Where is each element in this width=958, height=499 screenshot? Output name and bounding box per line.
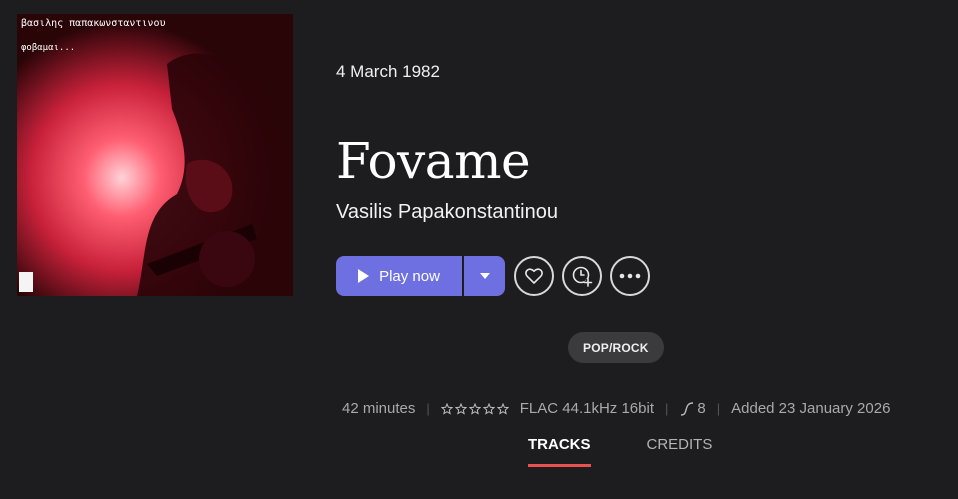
play-icon bbox=[358, 269, 370, 283]
genre-tag[interactable]: POP/ROCK bbox=[568, 332, 664, 363]
album-title: Fovame bbox=[336, 132, 531, 190]
divider: | bbox=[665, 401, 669, 416]
cover-title-text: φοβαμαι... bbox=[21, 43, 75, 53]
dynamic-range-value: 8 bbox=[697, 400, 706, 417]
dynamic-range-icon bbox=[681, 401, 694, 416]
more-dots-icon bbox=[619, 273, 641, 279]
play-now-button[interactable]: Play now bbox=[336, 256, 462, 296]
play-group: Play now bbox=[336, 256, 505, 296]
favorite-button[interactable] bbox=[514, 256, 554, 296]
action-bar: Play now bbox=[336, 256, 650, 296]
audio-format: FLAC 44.1kHz 16bit bbox=[519, 400, 654, 417]
star-icon[interactable] bbox=[496, 402, 509, 415]
divider: | bbox=[426, 401, 430, 416]
duration: 42 minutes bbox=[342, 400, 416, 417]
more-options-button[interactable] bbox=[610, 256, 650, 296]
chevron-down-icon bbox=[479, 273, 490, 279]
tab-credits[interactable]: CREDITS bbox=[647, 436, 713, 467]
release-date: 4 March 1982 bbox=[336, 62, 440, 81]
tab-tracks[interactable]: TRACKS bbox=[528, 436, 591, 467]
add-to-queue-button[interactable] bbox=[562, 256, 602, 296]
date-added: Added 23 January 2026 bbox=[731, 400, 891, 417]
dynamic-range: 8 bbox=[679, 400, 706, 417]
artist-link[interactable]: Vasilis Papakonstantinou bbox=[336, 201, 558, 224]
play-now-label: Play now bbox=[379, 267, 440, 285]
clock-plus-icon bbox=[572, 266, 593, 287]
star-icon[interactable] bbox=[454, 402, 467, 415]
album-cover-art: βασιλης παπακωνσταντινου φοβαμαι... bbox=[17, 14, 293, 296]
star-icon[interactable] bbox=[468, 402, 481, 415]
cover-artist-text: βασιλης παπακωνσταντινου bbox=[21, 18, 166, 29]
label-logo bbox=[19, 272, 33, 292]
heart-icon bbox=[525, 268, 543, 284]
rating-stars[interactable] bbox=[440, 402, 509, 415]
album-metadata: 42 minutes | FLAC 44.1kHz 16bit | 8 | Ad… bbox=[342, 400, 890, 417]
play-options-button[interactable] bbox=[464, 256, 505, 296]
star-icon[interactable] bbox=[482, 402, 495, 415]
album-cover[interactable]: βασιλης παπακωνσταντινου φοβαμαι... bbox=[17, 14, 293, 296]
album-tabs: TRACKS CREDITS bbox=[528, 436, 712, 467]
star-icon[interactable] bbox=[440, 402, 453, 415]
divider: | bbox=[716, 401, 721, 416]
